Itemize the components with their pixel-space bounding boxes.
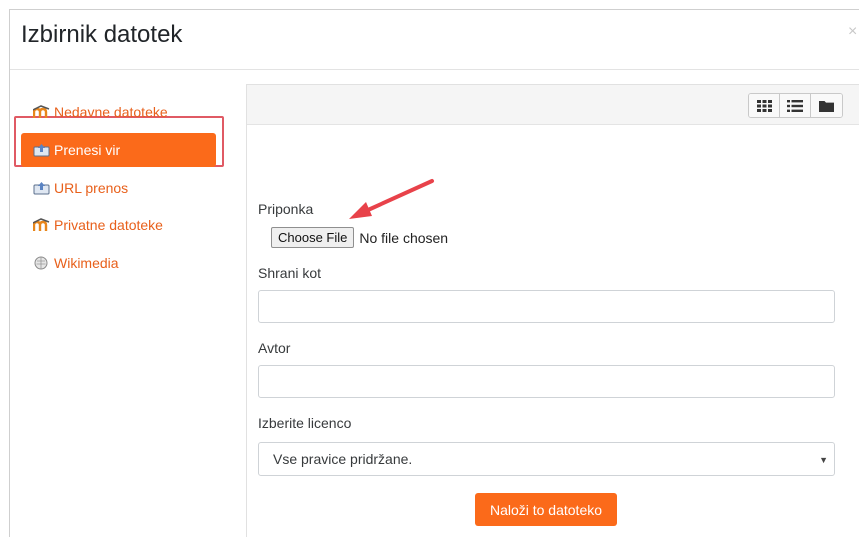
save-as-label: Shrani kot <box>258 265 322 281</box>
moodle-icon <box>32 218 50 232</box>
close-icon[interactable]: × <box>848 23 857 41</box>
license-label: Izberite licenco <box>258 415 352 431</box>
sidebar-item-label: Nedavne datoteke <box>54 104 168 120</box>
folder-view-icon <box>819 100 834 112</box>
sidebar-item-label: Privatne datoteke <box>54 217 163 233</box>
sidebar-item-recent-files[interactable]: Nedavne datoteke <box>21 95 216 129</box>
sidebar-item-label: URL prenos <box>54 180 129 196</box>
save-as-input[interactable] <box>258 290 835 323</box>
folder-view-button[interactable] <box>811 94 842 117</box>
list-view-icon <box>787 99 803 112</box>
sidebar-item-label: Wikimedia <box>54 255 119 271</box>
chevron-down-icon: ▼ <box>819 455 828 465</box>
dialog-title: Izbirnik datotek <box>21 21 183 48</box>
upload-icon <box>33 143 50 157</box>
file-picker-dialog: Izbirnik datotek × Nedavne datoteke Pren… <box>9 9 859 537</box>
moodle-icon <box>32 105 50 119</box>
sidebar-item-upload-file[interactable]: Prenesi vir <box>21 133 216 167</box>
url-download-icon <box>33 181 50 195</box>
view-toolbar <box>247 85 859 125</box>
dialog-header: Izbirnik datotek × <box>10 10 859 70</box>
sidebar-item-label: Prenesi vir <box>54 142 121 158</box>
grid-view-button[interactable] <box>749 94 780 117</box>
list-view-button[interactable] <box>780 94 811 117</box>
choose-file-button[interactable]: Choose File <box>271 227 355 248</box>
no-file-chosen-text: No file chosen <box>359 229 449 246</box>
wikimedia-icon <box>33 256 50 270</box>
author-input[interactable] <box>258 365 835 398</box>
license-selected-value: Vse pravice pridržane. <box>273 451 413 467</box>
sidebar-item-url-download[interactable]: URL prenos <box>21 171 216 205</box>
license-select[interactable]: Vse pravice pridržane. ▼ <box>258 442 835 476</box>
grid-view-icon <box>756 99 772 112</box>
sidebar-item-private-files[interactable]: Privatne datoteke <box>21 208 216 242</box>
upload-panel: Priponka Choose File No file chosen Shra… <box>246 84 859 537</box>
upload-file-button[interactable]: Naloži to datoteko <box>475 493 617 526</box>
sidebar-item-wikimedia[interactable]: Wikimedia <box>21 246 216 280</box>
file-chooser: Choose File No file chosen <box>271 227 448 248</box>
view-switcher <box>748 93 843 118</box>
repository-sidebar: Nedavne datoteke Prenesi vir URL prenos … <box>10 71 246 537</box>
attachment-label: Priponka <box>258 201 314 217</box>
author-label: Avtor <box>258 340 291 356</box>
